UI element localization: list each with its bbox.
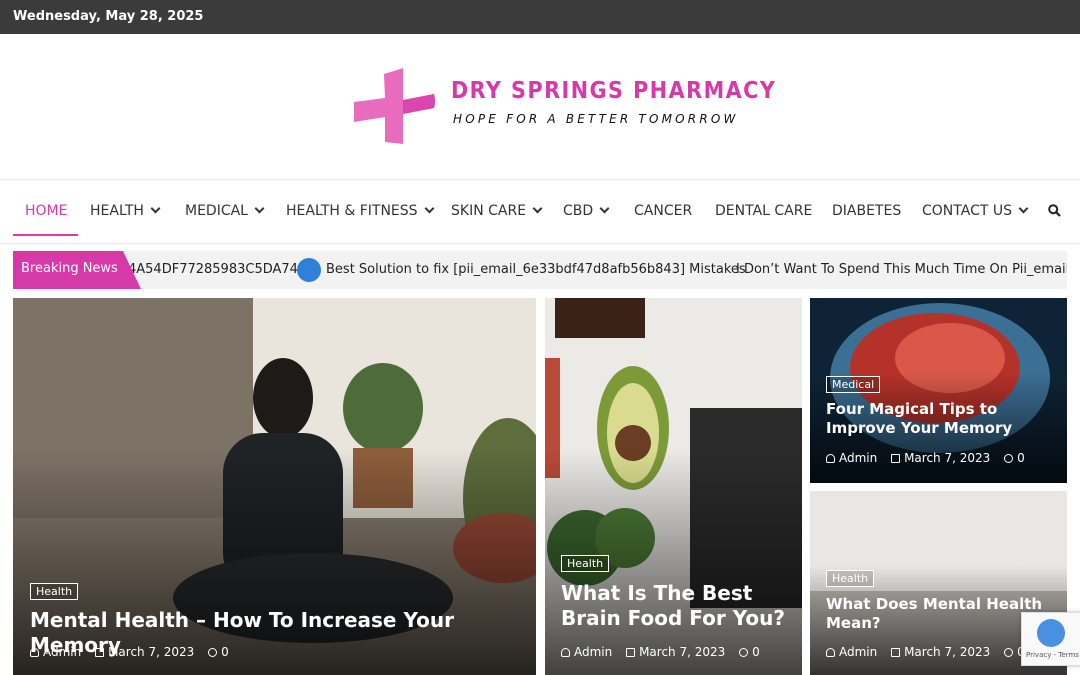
active-nav-indicator: [13, 234, 78, 236]
category-badge[interactable]: Health: [561, 555, 610, 572]
user-icon: [826, 648, 835, 657]
post-date[interactable]: March 7, 2023: [95, 645, 194, 659]
user-icon: [826, 454, 835, 463]
nav-medical-label: MEDICAL: [185, 203, 248, 219]
nav-cancer[interactable]: CANCER: [634, 203, 692, 219]
category-badge[interactable]: Health: [30, 583, 79, 600]
brand-tagline: HOPE FOR A BETTER TOMORROW: [453, 112, 739, 126]
search-icon[interactable]: [1048, 204, 1061, 217]
nav-health-label: HEALTH: [90, 203, 144, 219]
post-date[interactable]: March 7, 2023: [891, 451, 990, 465]
calendar-icon: [95, 648, 105, 657]
nav-dental-care[interactable]: DENTAL CARE: [715, 203, 812, 219]
nav-cancer-label: CANCER: [634, 203, 693, 219]
nav-cbd[interactable]: CBD: [563, 203, 610, 219]
comment-icon: [208, 648, 218, 657]
recaptcha-icon: [1037, 619, 1065, 647]
author[interactable]: Admin: [826, 645, 877, 659]
current-date: Wednesday, May 28, 2025: [13, 9, 204, 24]
nav-skin-care[interactable]: SKIN CARE: [451, 203, 543, 219]
site-logo[interactable]: DRY SPRINGS PHARMACY HOPE FOR A BETTER T…: [354, 68, 775, 144]
category-badge[interactable]: Medical: [826, 376, 881, 393]
comment-icon: [1004, 454, 1014, 463]
post-meta: Admin March 7, 2023 0: [30, 645, 239, 659]
breaking-news-ticker: 4A54DF77285983C5DA74 Best Solution to fi…: [13, 251, 1067, 289]
ticker-item[interactable]: 4A54DF77285983C5DA74: [128, 262, 298, 277]
top-bar: Wednesday, May 28, 2025: [0, 0, 1080, 34]
chevron-down-icon: [532, 203, 543, 214]
nav-diabetes[interactable]: DIABETES: [832, 203, 901, 219]
nav-medical[interactable]: MEDICAL: [185, 203, 265, 219]
user-icon: [561, 648, 570, 657]
ticker-item[interactable]: I Don’t Want To Spend This Much Time On …: [736, 262, 1067, 277]
comment-icon: [1004, 648, 1014, 657]
post-meta: Admin March 7, 2023 0: [826, 645, 1035, 659]
nav-health[interactable]: HEALTH: [90, 203, 161, 219]
nav-contact-us[interactable]: CONTACT US: [922, 203, 1029, 219]
post-meta: Admin March 7, 2023 0: [826, 451, 1035, 465]
comment-count[interactable]: 0: [739, 645, 760, 659]
featured-post-card[interactable]: Health Mental Health – How To Increase Y…: [13, 298, 536, 675]
comment-count[interactable]: 0: [208, 645, 229, 659]
nav-home-label: HOME: [25, 203, 68, 219]
user-icon: [30, 648, 39, 657]
breaking-news-label: Breaking News: [13, 251, 141, 289]
comment-count[interactable]: 0: [1004, 451, 1025, 465]
author[interactable]: Admin: [561, 645, 612, 659]
recaptcha-badge[interactable]: Privacy - Terms: [1021, 612, 1080, 666]
main-nav: HOME HEALTH MEDICAL HEALTH & FITNESS SKI…: [0, 179, 1080, 244]
nav-health-fitness[interactable]: HEALTH & FITNESS: [286, 203, 434, 219]
news-thumbnail: [297, 258, 321, 282]
post-date[interactable]: March 7, 2023: [891, 645, 990, 659]
category-badge[interactable]: Health: [826, 570, 875, 587]
post-title[interactable]: What Is The Best Brain Food For You?: [561, 581, 791, 631]
nav-dental-care-label: DENTAL CARE: [715, 203, 813, 219]
cross-logo-icon: [354, 68, 435, 144]
author[interactable]: Admin: [826, 451, 877, 465]
post-date[interactable]: March 7, 2023: [626, 645, 725, 659]
post-title[interactable]: Four Magical Tips to Improve Your Memory: [826, 400, 1056, 438]
nav-health-fitness-label: HEALTH & FITNESS: [286, 203, 418, 219]
chevron-down-icon: [599, 203, 610, 214]
nav-cbd-label: CBD: [563, 203, 594, 219]
comment-icon: [739, 648, 749, 657]
featured-post-card[interactable]: Health What Is The Best Brain Food For Y…: [545, 298, 802, 675]
brand-name: DRY SPRINGS PHARMACY: [451, 78, 777, 104]
recaptcha-links[interactable]: Privacy - Terms: [1026, 651, 1079, 659]
nav-home[interactable]: HOME: [25, 203, 67, 219]
ticker-item[interactable]: Best Solution to fix [pii_email_6e33bdf4…: [326, 262, 746, 277]
chevron-down-icon: [150, 203, 161, 214]
chevron-down-icon: [424, 203, 434, 214]
nav-contact-us-label: CONTACT US: [922, 203, 1012, 219]
featured-post-card[interactable]: Medical Four Magical Tips to Improve You…: [810, 298, 1067, 483]
calendar-icon: [891, 454, 901, 463]
calendar-icon: [626, 648, 636, 657]
post-meta: Admin March 7, 2023 0: [561, 645, 770, 659]
chevron-down-icon: [1018, 203, 1029, 214]
author[interactable]: Admin: [30, 645, 81, 659]
nav-skin-care-label: SKIN CARE: [451, 203, 527, 219]
calendar-icon: [891, 648, 901, 657]
chevron-down-icon: [254, 203, 265, 214]
nav-diabetes-label: DIABETES: [832, 203, 902, 219]
